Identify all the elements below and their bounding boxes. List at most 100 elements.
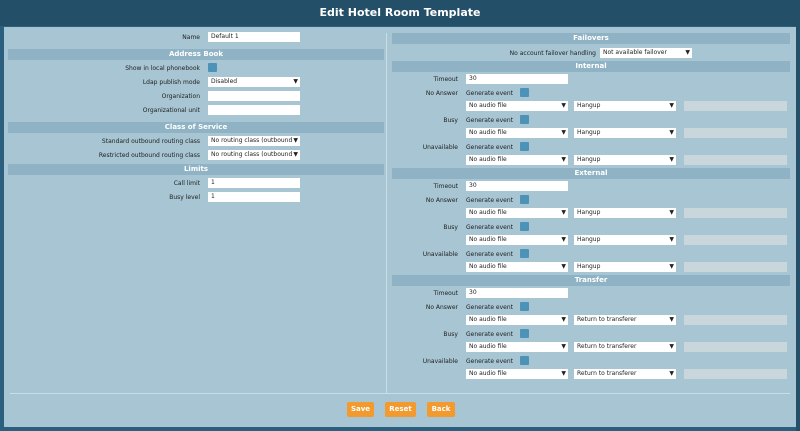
internal-busy-audio-select[interactable]: No audio file ▼ [466,128,568,138]
transfer-noanswer-checkbox[interactable] [520,302,529,311]
transfer-noanswer-action-select[interactable]: Return to transferer ▼ [574,315,676,325]
internal-busy-checkbox[interactable] [520,115,529,124]
internal-unavailable-gen-label: Generate event [466,144,514,151]
save-button[interactable]: Save [347,402,374,417]
internal-busy-action-select[interactable]: Hangup ▼ [574,128,676,138]
external-busy-audio-select[interactable]: No audio file ▼ [466,235,568,245]
res-routing-value: No routing class (outbound [211,151,293,158]
external-unavailable-checkbox[interactable] [520,249,529,258]
external-noanswer-label: No Answer [425,197,458,204]
external-busy-row: Busy Generate event [392,222,790,235]
internal-unavailable-action-select[interactable]: Hangup ▼ [574,155,676,165]
chevron-down-icon: ▼ [561,209,566,216]
external-busy-checkbox[interactable] [520,222,529,231]
transfer-unavailable-gen-label: Generate event [466,358,514,365]
internal-timeout-input[interactable]: 30 [466,74,568,84]
organization-input[interactable] [208,91,300,101]
no-account-select[interactable]: Not available failover ▼ [600,48,692,58]
transfer-busy-audio-select[interactable]: No audio file ▼ [466,342,568,352]
res-routing-select[interactable]: No routing class (outbound ▼ [208,150,300,160]
external-busy-label: Busy [443,224,458,231]
external-timeout-input[interactable]: 30 [466,181,568,191]
internal-busy-gen-label: Generate event [466,117,514,124]
internal-noanswer-row: No Answer Generate event [392,88,790,101]
org-unit-input[interactable] [208,105,300,115]
transfer-unavailable-checkbox[interactable] [520,356,529,365]
chevron-down-icon: ▼ [669,343,674,350]
external-noanswer-options: No audio file ▼ Hangup ▼ [392,208,790,222]
reset-button[interactable]: Reset [385,402,416,417]
call-limit-label: Call limit [173,180,200,187]
busy-level-label: Busy level [169,194,200,201]
chevron-down-icon: ▼ [669,316,674,323]
external-busy-action-select[interactable]: Hangup ▼ [574,235,676,245]
transfer-unavailable-target-disabled [684,369,787,379]
audio-value: No audio file [469,209,507,216]
busy-level-row: Busy level 1 [8,192,384,206]
audio-value: No audio file [469,370,507,377]
std-routing-row: Standard outbound routing class No routi… [8,136,384,150]
name-input[interactable]: Default 1 [208,32,300,42]
external-unavailable-audio-select[interactable]: No audio file ▼ [466,262,568,272]
chevron-down-icon: ▼ [293,78,298,85]
transfer-noanswer-options: No audio file ▼ Return to transferer ▼ [392,315,790,329]
internal-busy-options: No audio file ▼ Hangup ▼ [392,128,790,142]
no-account-row: No account failover handling Not availab… [392,48,790,62]
internal-unavailable-audio-select[interactable]: No audio file ▼ [466,155,568,165]
transfer-unavailable-options: No audio file ▼ Return to transferer ▼ [392,369,790,383]
ldap-select[interactable]: Disabled ▼ [208,77,300,87]
transfer-timeout-input[interactable]: 30 [466,288,568,298]
external-noanswer-target-disabled [684,208,787,218]
transfer-noanswer-label: No Answer [425,304,458,311]
scrollbar[interactable] [796,26,800,431]
external-timeout-row: Timeout 30 [392,181,790,195]
internal-noanswer-audio-select[interactable]: No audio file ▼ [466,101,568,111]
res-routing-row: Restricted outbound routing class No rou… [8,150,384,164]
ldap-label: Ldap publish mode [142,79,200,86]
name-row: Name Default 1 [8,32,384,46]
transfer-busy-checkbox[interactable] [520,329,529,338]
transfer-busy-label: Busy [443,331,458,338]
chevron-down-icon: ▼ [669,209,674,216]
ldap-row: Ldap publish mode Disabled ▼ [8,77,384,91]
external-unavailable-target-disabled [684,262,787,272]
internal-noanswer-action-select[interactable]: Hangup ▼ [574,101,676,111]
internal-unavailable-options: No audio file ▼ Hangup ▼ [392,155,790,168]
section-class-of-service: Class of Service [8,122,384,133]
transfer-busy-action-select[interactable]: Return to transferer ▼ [574,342,676,352]
chevron-down-icon: ▼ [561,129,566,136]
column-divider [386,33,387,393]
transfer-timeout-label: Timeout [433,290,458,297]
external-noanswer-checkbox[interactable] [520,195,529,204]
internal-unavailable-checkbox[interactable] [520,142,529,151]
call-limit-input[interactable]: 1 [208,178,300,188]
audio-value: No audio file [469,236,507,243]
audio-value: No audio file [469,156,507,163]
internal-unavailable-row: Unavailable Generate event [392,142,790,155]
show-phonebook-checkbox[interactable] [208,63,217,72]
section-external: External [392,168,790,179]
back-button[interactable]: Back [427,402,455,417]
external-noanswer-gen-label: Generate event [466,197,514,204]
transfer-unavailable-audio-select[interactable]: No audio file ▼ [466,369,568,379]
chevron-down-icon: ▼ [561,236,566,243]
external-unavailable-action-select[interactable]: Hangup ▼ [574,262,676,272]
internal-busy-target-disabled [684,128,787,138]
show-phonebook-label: Show in local phonebook [125,65,200,72]
internal-noanswer-options: No audio file ▼ Hangup ▼ [392,101,790,115]
chevron-down-icon: ▼ [669,370,674,377]
transfer-unavailable-action-select[interactable]: Return to transferer ▼ [574,369,676,379]
transfer-noanswer-gen-label: Generate event [466,304,514,311]
internal-noanswer-checkbox[interactable] [520,88,529,97]
chevron-down-icon: ▼ [669,129,674,136]
action-value: Hangup [577,236,601,243]
transfer-noanswer-audio-select[interactable]: No audio file ▼ [466,315,568,325]
external-noanswer-audio-select[interactable]: No audio file ▼ [466,208,568,218]
audio-value: No audio file [469,316,507,323]
action-value: Hangup [577,156,601,163]
busy-level-input[interactable]: 1 [208,192,300,202]
std-routing-select[interactable]: No routing class (outbound ▼ [208,136,300,146]
external-noanswer-action-select[interactable]: Hangup ▼ [574,208,676,218]
left-column: Name Default 1 Address Book Show in loca… [8,31,384,206]
name-label: Name [182,34,200,41]
